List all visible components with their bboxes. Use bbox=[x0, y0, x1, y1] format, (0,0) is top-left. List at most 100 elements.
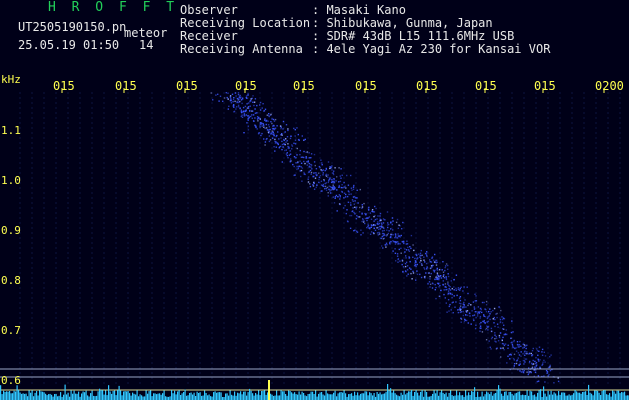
info-labels: Observer Receiving Location Receiver Receiv… bbox=[180, 4, 310, 56]
trail-pixel bbox=[466, 314, 469, 316]
noise-bar bbox=[420, 391, 422, 400]
trail-pixel bbox=[327, 176, 329, 178]
noise-bar bbox=[492, 395, 494, 400]
noise-bar bbox=[36, 391, 38, 400]
trail-pixel bbox=[350, 204, 352, 206]
noise-bar bbox=[406, 392, 408, 400]
trail-pixel bbox=[515, 350, 518, 352]
trail-pixel bbox=[321, 162, 323, 164]
noise-bar bbox=[468, 392, 470, 400]
trail-pixel bbox=[468, 312, 471, 314]
trail-pixel bbox=[392, 220, 394, 222]
noise-bar bbox=[265, 394, 267, 400]
trail-pixel bbox=[437, 283, 440, 285]
noise-bar bbox=[471, 391, 473, 400]
noise-bar bbox=[522, 394, 524, 400]
trail-pixel bbox=[506, 333, 508, 336]
trail-pixel bbox=[349, 202, 352, 204]
noise-bar bbox=[54, 394, 56, 400]
trail-pixel bbox=[436, 259, 438, 262]
trail-pixel bbox=[434, 253, 436, 256]
noise-bar bbox=[255, 393, 257, 400]
trail-pixel bbox=[459, 289, 461, 291]
noise-bar bbox=[136, 390, 138, 400]
noise-bar bbox=[271, 394, 273, 400]
noise-bar bbox=[351, 393, 353, 400]
noise-bar bbox=[51, 394, 53, 400]
trail-pixel bbox=[303, 150, 305, 153]
trail-pixel bbox=[405, 255, 407, 257]
noise-bar bbox=[592, 395, 594, 400]
trail-pixel bbox=[353, 184, 355, 187]
trail-pixel bbox=[490, 330, 493, 332]
trail-pixel bbox=[531, 350, 534, 352]
trail-pixel bbox=[437, 275, 440, 277]
trail-pixel bbox=[522, 371, 525, 374]
trail-pixel bbox=[320, 159, 322, 161]
trail-pixel bbox=[374, 224, 377, 227]
trail-pixel bbox=[251, 114, 253, 116]
trail-pixel bbox=[272, 131, 274, 133]
trail-pixel bbox=[523, 346, 525, 348]
trail-pixel bbox=[387, 232, 389, 235]
trail-pixel bbox=[251, 117, 253, 119]
trail-pixel bbox=[322, 174, 324, 176]
trail-pixel bbox=[481, 331, 484, 333]
trail-pixel bbox=[285, 124, 288, 126]
noise-bar bbox=[372, 395, 374, 400]
trail-pixel bbox=[383, 219, 385, 221]
trail-pixel bbox=[536, 364, 538, 366]
trail-pixel bbox=[486, 317, 489, 320]
trail-pixel bbox=[507, 355, 509, 357]
noise-bar bbox=[618, 390, 620, 400]
trail-pixel bbox=[519, 370, 521, 372]
trail-pixel bbox=[263, 124, 265, 126]
trail-pixel bbox=[297, 167, 299, 170]
spectrogram-canvas bbox=[0, 88, 629, 400]
trail-pixel bbox=[477, 313, 479, 315]
trail-pixel bbox=[392, 240, 394, 242]
noise-bar bbox=[154, 393, 156, 400]
trail-pixel bbox=[483, 320, 485, 322]
noise-bar bbox=[214, 391, 216, 400]
trail-pixel bbox=[346, 209, 348, 211]
freq-tick-label: 0.9 bbox=[1, 224, 21, 237]
noise-bar bbox=[189, 393, 191, 400]
trail-pixel bbox=[386, 229, 388, 231]
trail-pixel bbox=[371, 224, 373, 227]
noise-bar bbox=[355, 395, 357, 400]
noise-bar bbox=[319, 392, 321, 400]
noise-bar bbox=[133, 393, 135, 400]
trail-pixel bbox=[251, 110, 254, 112]
noise-bar bbox=[247, 392, 249, 400]
trail-pixel bbox=[439, 284, 441, 287]
trail-pixel bbox=[368, 206, 370, 209]
noise-bar bbox=[187, 395, 189, 400]
noise-bar bbox=[171, 390, 173, 400]
trail-pixel bbox=[324, 185, 327, 188]
trail-pixel bbox=[498, 334, 501, 337]
noise-bar bbox=[55, 393, 57, 400]
noise-bar bbox=[349, 393, 351, 400]
trail-pixel bbox=[249, 105, 251, 107]
noise-bar bbox=[192, 394, 194, 400]
noise-bar bbox=[504, 391, 506, 400]
trail-pixel bbox=[397, 243, 399, 245]
trail-pixel bbox=[368, 227, 370, 229]
noise-bar bbox=[360, 393, 362, 400]
trail-pixel bbox=[341, 184, 343, 186]
trail-pixel bbox=[257, 117, 260, 119]
trail-pixel bbox=[306, 164, 308, 166]
trail-pixel bbox=[447, 275, 450, 278]
trail-pixel bbox=[395, 241, 397, 243]
trail-pixel bbox=[239, 100, 241, 103]
trail-pixel bbox=[243, 114, 245, 117]
trail-pixel bbox=[240, 109, 243, 111]
value-antenna: : 4ele Yagi Az 230 for Kansai VOR bbox=[312, 42, 551, 56]
trail-pixel bbox=[492, 309, 494, 312]
noise-bar bbox=[472, 391, 474, 400]
trail-pixel bbox=[370, 218, 373, 220]
trail-pixel bbox=[355, 218, 358, 220]
trail-pixel bbox=[541, 364, 543, 366]
noise-bar bbox=[147, 393, 149, 400]
